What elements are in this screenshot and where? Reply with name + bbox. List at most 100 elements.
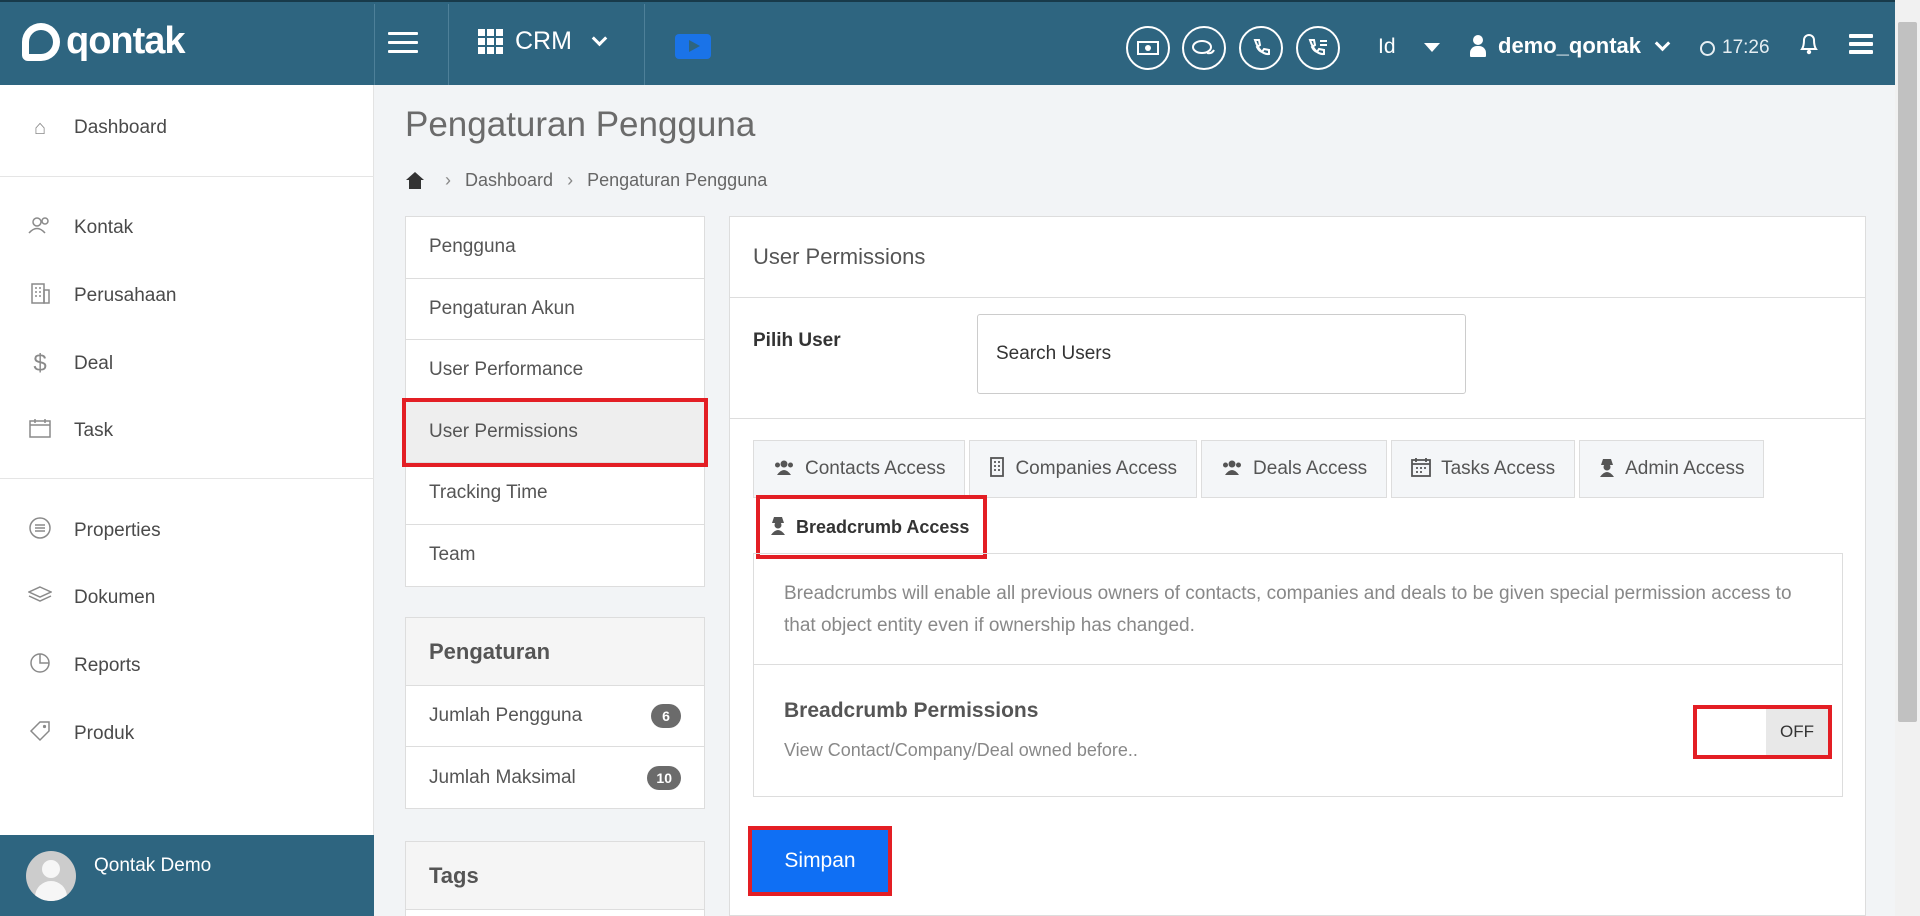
tab-label: Breadcrumb Access (796, 516, 970, 537)
scrollbar-thumb[interactable] (1898, 22, 1917, 722)
sidebar: ⌂ Dashboard Kontak Perusahaan $ Deal Tas… (0, 85, 374, 916)
sidebar-item-properties[interactable]: Properties (0, 506, 374, 556)
video-tutorial-icon[interactable] (675, 34, 711, 59)
nav-item-user-permissions[interactable]: User Permissions (402, 397, 708, 467)
payment-icon[interactable] (1126, 26, 1170, 70)
sidebar-item-label: Dashboard (74, 117, 167, 138)
contacts-icon (28, 216, 52, 240)
pie-chart-icon (28, 652, 52, 680)
sidebar-item-kontak[interactable]: Kontak (0, 203, 374, 253)
divider (730, 418, 1865, 419)
clock-time: 17:26 (1722, 37, 1770, 58)
top-navbar: qontak CRM Id demo_qontak 17:26 (0, 0, 1895, 85)
tab-breadcrumb-access[interactable]: Breadcrumb Access (755, 495, 988, 559)
spy-icon (1599, 457, 1615, 482)
bell-icon[interactable] (1798, 30, 1820, 63)
breadcrumb-description: Breadcrumbs will enable all previous own… (754, 554, 1842, 665)
sidebar-item-produk[interactable]: Produk (0, 709, 374, 759)
user-menu-dropdown[interactable]: demo_qontak (1470, 33, 1671, 59)
tags-panel: Tags (405, 841, 705, 916)
breadcrumb-tab-pane: Breadcrumbs will enable all previous own… (753, 553, 1843, 797)
pengaturan-panel: Pengaturan Jumlah Pengguna 6 Jumlah Maks… (405, 617, 705, 809)
users-icon (773, 459, 795, 480)
sidebar-item-dashboard[interactable]: ⌂ Dashboard (0, 103, 374, 153)
logo-mark-icon (22, 22, 60, 61)
building-icon (28, 282, 52, 310)
app-switcher-dropdown[interactable]: CRM (478, 27, 608, 56)
settings-nav: Pengguna Pengaturan Akun User Performanc… (402, 216, 708, 587)
list-icon (28, 517, 52, 545)
count-badge: 6 (651, 704, 681, 728)
breadcrumb-current: Pengaturan Pengguna (587, 170, 768, 190)
qontak-logo[interactable]: qontak (22, 20, 186, 63)
count-badge: 10 (647, 765, 681, 790)
tab-admin-access[interactable]: Admin Access (1579, 440, 1765, 498)
logo-text: qontak (66, 20, 186, 62)
calendar-icon (1411, 457, 1431, 482)
call-log-icon[interactable] (1296, 26, 1340, 70)
sidebar-item-dokumen[interactable]: Dokumen (0, 573, 374, 623)
tab-label: Deals Access (1253, 458, 1368, 479)
breadcrumb-permission-toggle[interactable]: OFF (1693, 705, 1832, 759)
sidebar-item-deal[interactable]: $ Deal (0, 339, 374, 389)
sidebar-item-label: Perusahaan (74, 285, 177, 306)
breadcrumb-dashboard[interactable]: Dashboard (465, 170, 553, 191)
user-icon (1470, 35, 1486, 57)
row-label: Jumlah Maksimal (429, 766, 576, 788)
tab-companies-access[interactable]: Companies Access (969, 440, 1198, 498)
hamburger-menu-icon[interactable] (1849, 34, 1873, 58)
profile-name: Qontak Demo (94, 854, 212, 876)
nav-item-team[interactable]: Team (406, 525, 704, 587)
access-tabs: Contacts Access Companies Access Deals A… (753, 440, 1768, 498)
sidebar-item-label: Properties (74, 520, 161, 541)
home-icon: ⌂ (33, 116, 47, 139)
building-icon (989, 456, 1005, 482)
nav-item-pengguna[interactable]: Pengguna (406, 217, 704, 279)
tag-icon (28, 720, 52, 748)
pick-user-label: Pilih User (753, 330, 841, 351)
nav-item-tracking-time[interactable]: Tracking Time (406, 463, 704, 525)
nav-item-user-performance[interactable]: User Performance (406, 340, 704, 402)
sidebar-item-label: Dokumen (74, 587, 156, 608)
search-users-input[interactable]: Search Users (977, 314, 1466, 394)
divider (374, 4, 375, 85)
page-title: Pengaturan Pengguna (405, 105, 756, 144)
calendar-icon (28, 418, 52, 444)
avatar (26, 850, 76, 901)
sidebar-item-label: Kontak (74, 217, 134, 238)
permissions-panel: User Permissions Pilih User Search Users… (729, 216, 1866, 916)
tab-label: Companies Access (1015, 458, 1178, 479)
clock: 17:26 (1700, 37, 1770, 59)
tab-deals-access[interactable]: Deals Access (1201, 440, 1388, 498)
breadcrumb: › Dashboard › Pengaturan Pengguna (405, 170, 767, 191)
main-content: Pengaturan Pengguna › Dashboard › Pengat… (375, 85, 1895, 916)
nav-item-pengaturan-akun[interactable]: Pengaturan Akun (406, 279, 704, 340)
clock-icon (1700, 40, 1715, 56)
sidebar-item-label: Deal (74, 353, 114, 374)
sidebar-item-task[interactable]: Task (0, 406, 374, 456)
sidebar-item-reports[interactable]: Reports (0, 641, 374, 691)
divider (644, 4, 645, 85)
sidebar-item-label: Reports (74, 655, 141, 676)
sidebar-item-perusahaan[interactable]: Perusahaan (0, 271, 374, 321)
chevron-down-icon (1654, 35, 1671, 51)
home-icon[interactable] (405, 171, 425, 190)
chat-icon[interactable] (1182, 26, 1226, 70)
tab-tasks-access[interactable]: Tasks Access (1391, 440, 1576, 498)
tab-contacts-access[interactable]: Contacts Access (753, 440, 966, 498)
language-dropdown[interactable]: Id (1378, 35, 1440, 59)
sidebar-toggle-button[interactable] (378, 26, 428, 66)
save-button[interactable]: Simpan (748, 826, 892, 896)
panel-title: Pengaturan (406, 618, 704, 686)
users-icon (1221, 459, 1243, 480)
permission-title: Breadcrumb Permissions (784, 699, 1039, 722)
divider (448, 4, 449, 85)
dollar-icon: $ (33, 350, 47, 377)
tab-label: Admin Access (1625, 458, 1745, 479)
phone-icon[interactable] (1239, 26, 1283, 70)
language-label: Id (1378, 35, 1396, 58)
grid-icon (478, 29, 503, 54)
panel-row: Jumlah Maksimal 10 (406, 747, 704, 808)
sidebar-profile[interactable]: Qontak Demo (0, 835, 374, 916)
chevron-down-icon (591, 30, 608, 47)
